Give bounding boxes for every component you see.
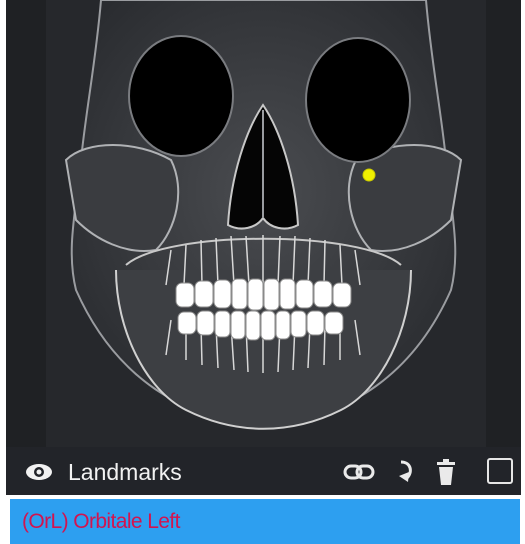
trash-icon[interactable] [434,458,458,486]
link-icon[interactable] [342,458,376,486]
panel-title: Landmarks [68,459,182,485]
select-all-checkbox[interactable] [487,458,513,484]
landmarks-toolbar: Landmarks [6,447,521,495]
eye-icon[interactable] [24,461,54,483]
skull-xray-image [6,0,521,447]
rotate-icon[interactable] [395,458,417,486]
xray-viewer[interactable] [6,0,521,447]
selected-landmark-row[interactable]: (OrL) Orbitale Left [10,499,520,544]
landmark-point-orbitale-left[interactable] [362,168,376,182]
selected-landmark-label: (OrL) Orbitale Left [22,510,180,533]
